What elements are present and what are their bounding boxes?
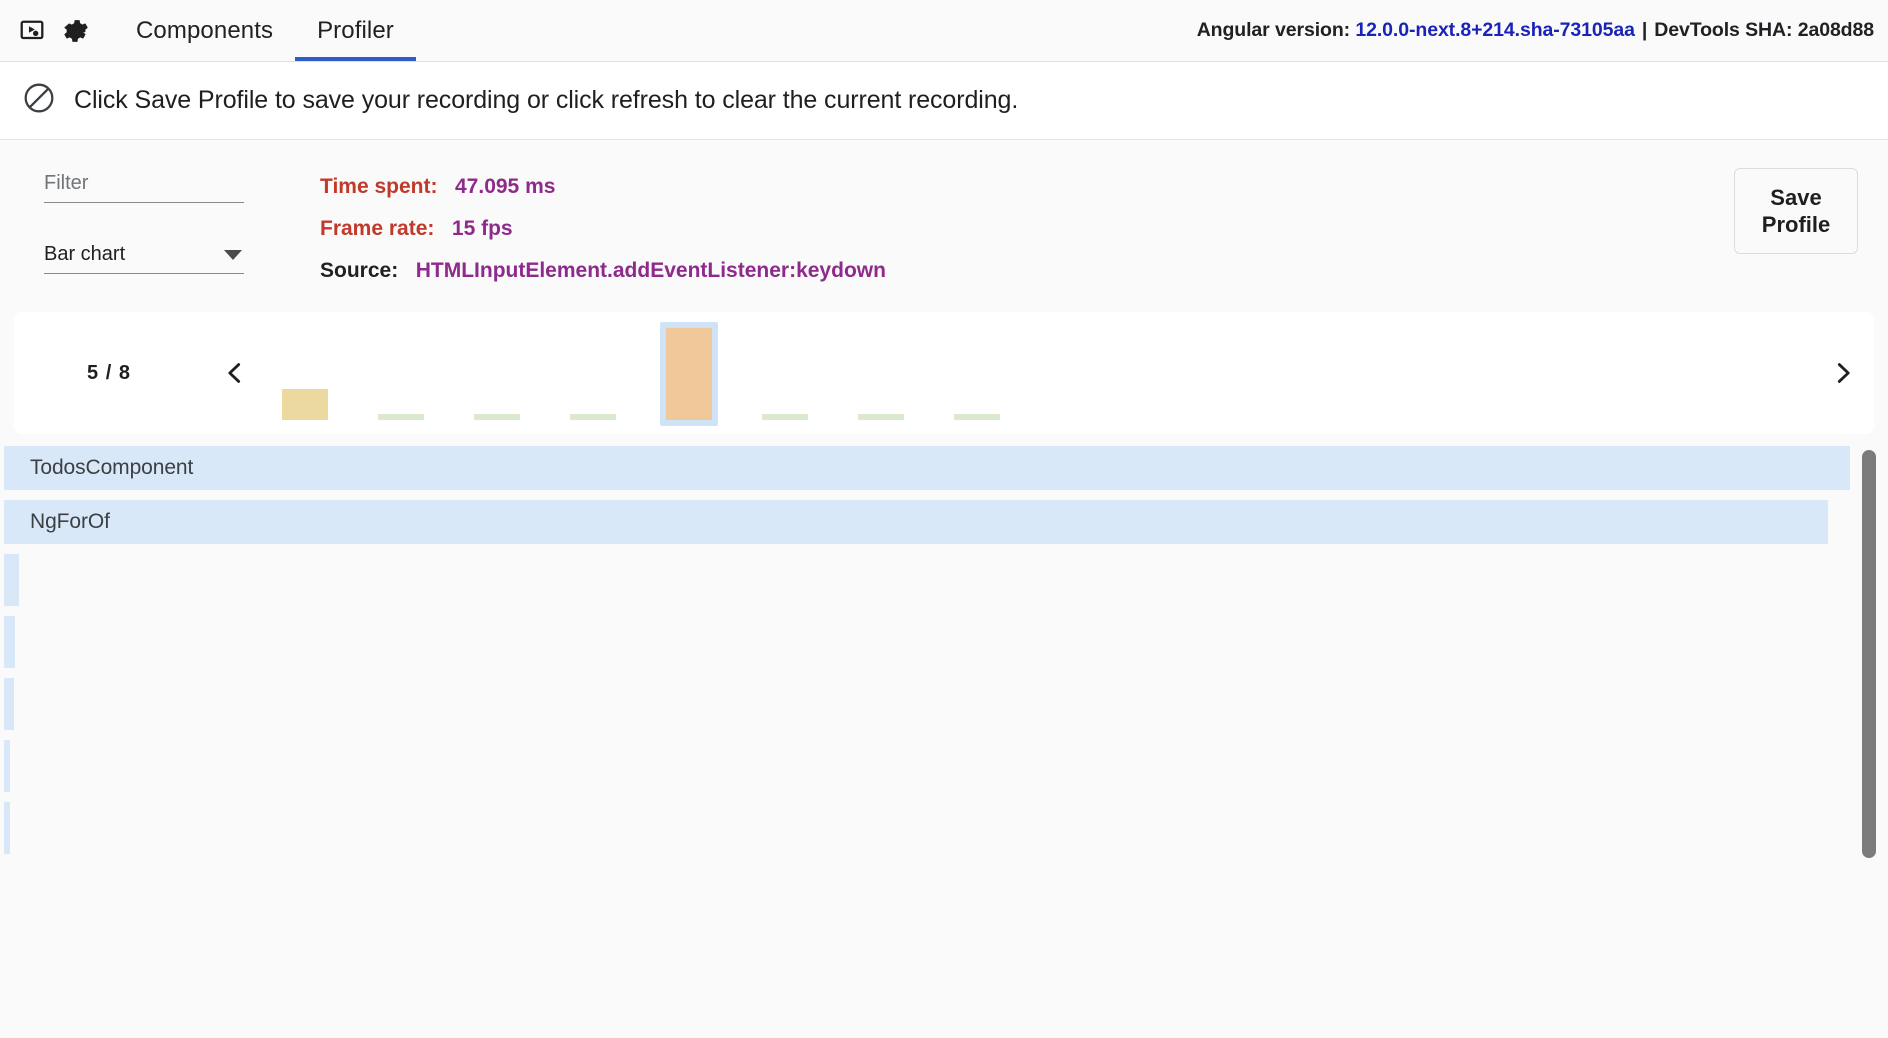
no-entry-icon (22, 81, 56, 120)
angular-version-value[interactable]: 12.0.0-next.8+214.sha-73105aa (1355, 19, 1635, 42)
angular-devtools-window: Components Profiler Angular version: 12.… (0, 0, 1888, 1038)
source-row: Source: HTMLInputElement.addEventListene… (320, 260, 886, 281)
frame-rate-label: Frame rate: (320, 217, 435, 240)
topbar: Components Profiler Angular version: 12.… (0, 0, 1888, 62)
flame-row[interactable] (4, 616, 15, 668)
tab-profiler[interactable]: Profiler (295, 0, 416, 61)
frame-rate-row: Frame rate: 15 fps (320, 218, 886, 239)
source-value: HTMLInputElement.addEventListener:keydow… (415, 259, 886, 282)
topbar-left-actions (0, 0, 98, 61)
chevron-right-icon[interactable] (1812, 312, 1874, 434)
gear-icon[interactable] (54, 9, 98, 53)
frame-bar[interactable] (858, 414, 904, 420)
frame-bar-chart[interactable] (266, 312, 1812, 434)
time-spent-label: Time spent: (320, 175, 438, 198)
flame-row-label: NgForOf (30, 510, 110, 533)
frame-bar[interactable] (666, 328, 712, 420)
profiler-controls: Bar chart Time spent: 47.095 ms Frame ra… (0, 140, 1888, 302)
frame-bar[interactable] (378, 414, 424, 420)
recording-banner: Click Save Profile to save your recordin… (0, 62, 1888, 140)
controls-left-column: Bar chart (22, 164, 272, 274)
scrollbar-thumb[interactable] (1862, 450, 1876, 858)
flame-row[interactable]: NgForOf (4, 500, 1828, 544)
flame-row[interactable]: TodosComponent (4, 446, 1850, 490)
frame-bar[interactable] (762, 414, 808, 420)
timeline-wrapper: 5 / 8 (0, 302, 1888, 434)
angular-version-label: Angular version: (1196, 19, 1351, 41)
scrollbar[interactable] (1862, 442, 1876, 1038)
devtools-sha-value: 2a08d88 (1797, 19, 1874, 41)
tab-components-label: Components (136, 16, 274, 44)
flame-row[interactable] (4, 554, 19, 606)
save-profile-label-line1: Save (1770, 184, 1822, 210)
filter-field (44, 172, 244, 203)
main-tabs: Components Profiler (114, 0, 416, 61)
flame-row[interactable] (4, 740, 10, 792)
chart-type-select[interactable]: Bar chart (44, 243, 244, 274)
time-spent-row: Time spent: 47.095 ms (320, 176, 886, 197)
tab-components[interactable]: Components (114, 0, 295, 61)
source-label: Source: (320, 259, 399, 282)
flame-graph: TodosComponent NgForOf (0, 442, 1888, 1038)
page-indicator: 5 / 8 (87, 361, 131, 384)
chart-type-value: Bar chart (44, 243, 126, 265)
tab-profiler-label: Profiler (317, 16, 394, 44)
frame-bar[interactable] (474, 414, 520, 420)
frame-stats: Time spent: 47.095 ms Frame rate: 15 fps… (272, 164, 886, 302)
chevron-left-icon[interactable] (204, 312, 266, 434)
search-input[interactable] (44, 172, 244, 195)
frame-bar[interactable] (570, 414, 616, 420)
flame-row[interactable] (4, 678, 14, 730)
banner-message: Click Save Profile to save your recordin… (74, 86, 1019, 114)
save-profile-button[interactable]: Save Profile (1734, 168, 1858, 254)
frame-bar[interactable] (282, 389, 328, 420)
flame-row-label: TodosComponent (30, 456, 194, 479)
chevron-down-icon (224, 249, 242, 260)
version-separator: | (1641, 19, 1648, 41)
version-info: Angular version: 12.0.0-next.8+214.sha-7… (1197, 0, 1888, 61)
devtools-sha-label: DevTools SHA: (1654, 19, 1793, 41)
inspect-element-icon[interactable] (10, 9, 54, 53)
frame-bar[interactable] (954, 414, 1000, 420)
frame-timeline: 5 / 8 (14, 312, 1874, 434)
frame-rate-value: 15 fps (451, 217, 513, 240)
flame-row[interactable] (4, 802, 10, 854)
time-spent-value: 47.095 ms (455, 175, 556, 198)
save-profile-label-line2: Profile (1761, 212, 1831, 237)
